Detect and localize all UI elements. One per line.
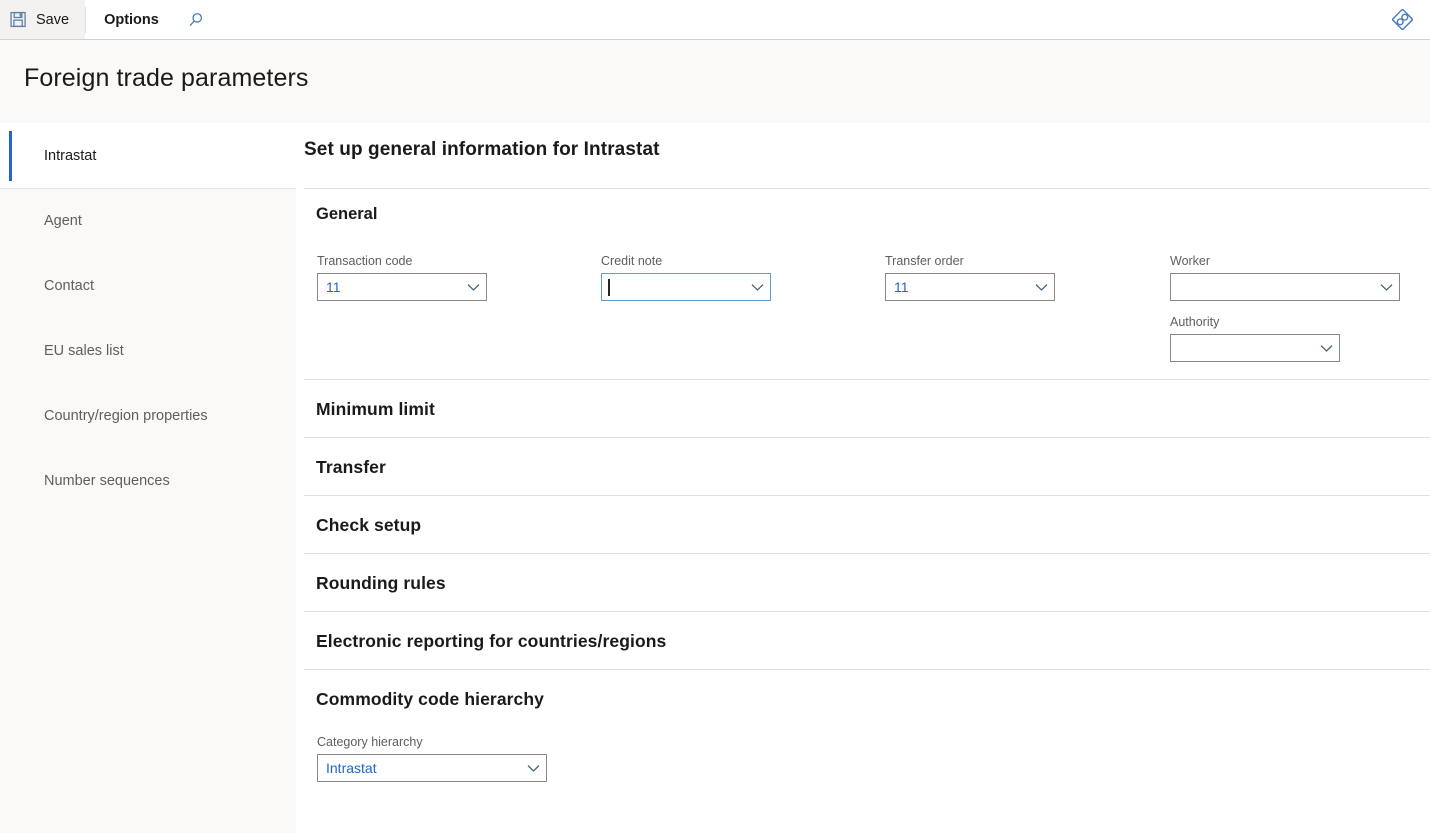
transfer-order-value: 11	[894, 279, 909, 295]
fasttab-title: Minimum limit	[316, 399, 435, 419]
sidebar-item-label: Country/region properties	[44, 407, 208, 424]
sidebar-item-label: Number sequences	[44, 472, 170, 489]
search-icon	[187, 11, 205, 29]
authority-combobox[interactable]	[1170, 334, 1340, 362]
worker-combobox[interactable]	[1170, 273, 1400, 301]
general-group-label: General	[316, 205, 378, 223]
sidebar-item-eu-sales-list[interactable]: EU sales list	[0, 318, 296, 383]
sidebar-item-number-sequences[interactable]: Number sequences	[0, 448, 296, 513]
options-button[interactable]: Options	[86, 0, 177, 39]
search-button[interactable]	[177, 0, 215, 39]
chevron-down-icon[interactable]	[744, 274, 770, 300]
sidebar-nav: Intrastat Agent Contact EU sales list Co…	[0, 123, 296, 833]
field-worker: Worker	[1170, 254, 1400, 301]
chevron-down-icon[interactable]	[1028, 274, 1054, 300]
fasttab-title: Electronic reporting for countries/regio…	[316, 631, 667, 651]
fasttab-title: Transfer	[316, 457, 386, 477]
field-authority: Authority	[1170, 315, 1340, 362]
fasttab-title: Check setup	[316, 515, 422, 535]
sidebar-item-intrastat[interactable]: Intrastat	[0, 123, 296, 189]
diamond-diagnostics-icon	[1391, 9, 1413, 30]
sidebar-item-label: Contact	[44, 277, 94, 294]
fasttab-minimum-limit[interactable]: Minimum limit	[296, 379, 1430, 437]
field-label: Worker	[1170, 254, 1211, 268]
sidebar-item-label: Intrastat	[44, 147, 97, 164]
field-label: Transfer order	[885, 254, 964, 268]
field-category-hierarchy: Category hierarchy Intrastat	[317, 735, 547, 782]
content-pane: Set up general information for Intrastat…	[296, 123, 1430, 833]
sidebar-item-agent[interactable]: Agent	[0, 188, 296, 253]
credit-note-combobox[interactable]	[601, 273, 771, 301]
field-label: Credit note	[601, 254, 663, 268]
page-title: Foreign trade parameters	[24, 64, 309, 92]
options-button-label: Options	[104, 11, 159, 28]
command-bar: Save Options	[0, 0, 1430, 40]
field-transfer-order: Transfer order 11	[885, 254, 1055, 301]
fasttab-commodity-code-hierarchy[interactable]: Commodity code hierarchy	[296, 669, 1430, 727]
field-credit-note: Credit note	[601, 254, 771, 301]
sidebar-item-country-region-properties[interactable]: Country/region properties	[0, 383, 296, 448]
field-label: Transaction code	[317, 254, 413, 268]
text-caret	[608, 279, 610, 296]
transaction-code-combobox[interactable]: 11	[317, 273, 487, 301]
page-title-band: Foreign trade parameters	[0, 40, 1430, 123]
save-button-label: Save	[36, 11, 70, 28]
field-transaction-code: Transaction code 11	[317, 254, 487, 301]
field-label: Category hierarchy	[317, 735, 423, 749]
sidebar-item-contact[interactable]: Contact	[0, 253, 296, 318]
save-floppy-icon	[10, 11, 27, 28]
sidebar-item-label: EU sales list	[44, 342, 124, 359]
chevron-down-icon[interactable]	[1313, 335, 1339, 361]
category-hierarchy-value: Intrastat	[326, 760, 377, 776]
diagnostics-button[interactable]	[1380, 0, 1424, 39]
category-hierarchy-combobox[interactable]: Intrastat	[317, 754, 547, 782]
chevron-down-icon[interactable]	[1373, 274, 1399, 300]
content-heading: Set up general information for Intrastat	[304, 139, 660, 160]
fasttab-rounding-rules[interactable]: Rounding rules	[296, 553, 1430, 611]
fasttab-transfer[interactable]: Transfer	[296, 437, 1430, 495]
sidebar-item-label: Agent	[44, 212, 82, 229]
divider-above-general	[304, 188, 1430, 189]
transfer-order-combobox[interactable]: 11	[885, 273, 1055, 301]
transaction-code-value: 11	[326, 279, 341, 295]
save-button[interactable]: Save	[0, 0, 86, 39]
field-label: Authority	[1170, 315, 1220, 329]
chevron-down-icon[interactable]	[460, 274, 486, 300]
fasttab-check-setup[interactable]: Check setup	[296, 495, 1430, 553]
fasttab-title: Commodity code hierarchy	[316, 689, 545, 709]
fasttab-electronic-reporting[interactable]: Electronic reporting for countries/regio…	[296, 611, 1430, 669]
fasttab-title: Rounding rules	[316, 573, 446, 593]
chevron-down-icon[interactable]	[520, 755, 546, 781]
